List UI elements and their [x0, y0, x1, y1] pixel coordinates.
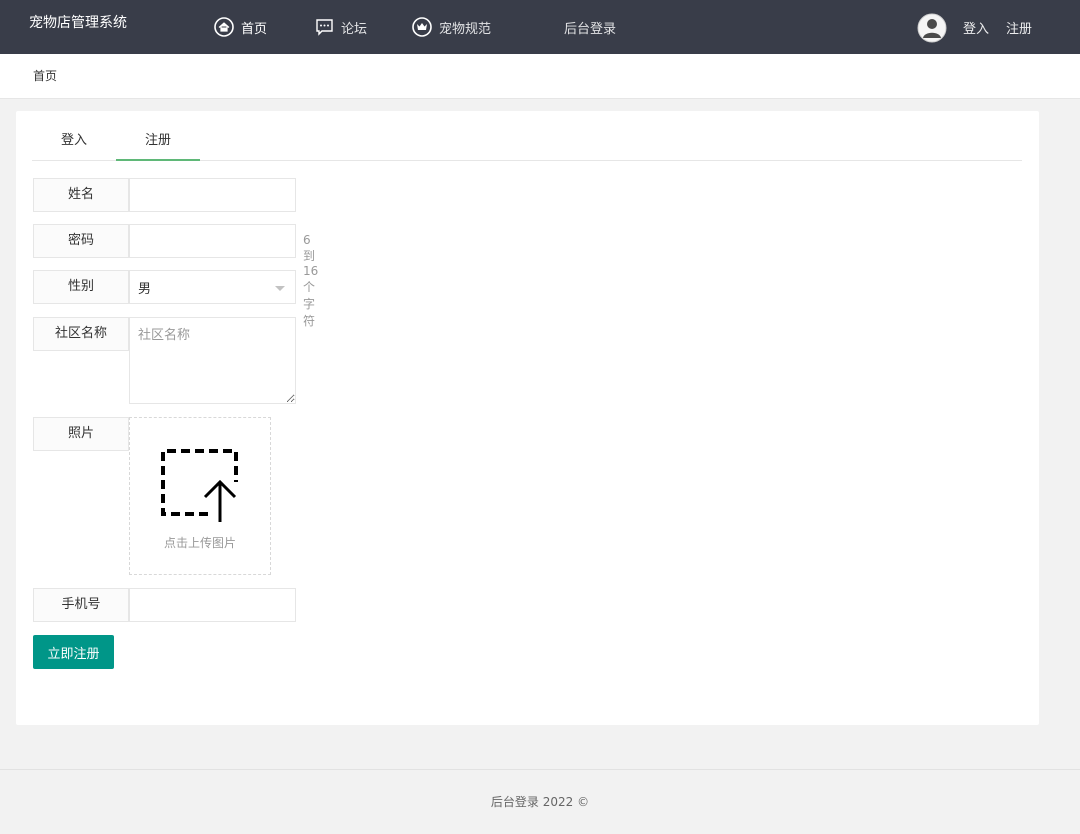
- nav-admin-login-label: 后台登录: [564, 21, 617, 37]
- nav-home[interactable]: 首页: [214, 17, 267, 37]
- footer-text: 后台登录 2022 ©: [490, 795, 590, 809]
- brand-title: 宠物店管理系统: [29, 15, 127, 31]
- gender-select[interactable]: 男: [129, 270, 296, 304]
- user-avatar-icon[interactable]: [917, 13, 947, 43]
- gender-selected-value: 男: [138, 281, 152, 297]
- nav-pet-rules[interactable]: 宠物规范: [412, 17, 491, 37]
- crown-icon: [412, 17, 432, 37]
- chevron-down-icon: [275, 286, 285, 291]
- header-register-link[interactable]: 注册: [1006, 18, 1032, 37]
- breadcrumb: 首页: [0, 54, 1080, 99]
- community-textarea[interactable]: [129, 317, 296, 404]
- nav-home-label: 首页: [241, 21, 268, 37]
- nav-admin-login[interactable]: 后台登录: [564, 17, 616, 37]
- home-icon: [214, 17, 234, 37]
- chat-icon: [315, 18, 334, 36]
- name-label: 姓名: [33, 178, 129, 212]
- upload-hint: 点击上传图片: [163, 536, 236, 550]
- password-input[interactable]: [129, 224, 296, 258]
- community-label: 社区名称: [33, 317, 129, 351]
- password-label: 密码: [33, 224, 129, 258]
- upload-icon: [161, 449, 238, 522]
- nav-pet-rules-label: 宠物规范: [439, 21, 492, 37]
- tab-login[interactable]: 登入: [32, 123, 116, 161]
- gender-label: 性别: [33, 270, 129, 304]
- register-card: 登入 注册 姓名 密码 6到16个字符 性别 男 社区名称 照片 点击上传图片: [16, 111, 1039, 725]
- photo-upload-area[interactable]: 点击上传图片: [129, 417, 271, 575]
- footer: 后台登录 2022 ©: [0, 769, 1080, 834]
- tab-register[interactable]: 注册: [116, 123, 200, 161]
- tab-bar: 登入 注册: [32, 123, 1022, 161]
- phone-input[interactable]: [129, 588, 296, 622]
- phone-label: 手机号: [33, 588, 129, 622]
- name-input[interactable]: [129, 178, 296, 212]
- register-submit-button[interactable]: 立即注册: [33, 635, 114, 669]
- password-hint: 6到16个字符: [303, 233, 319, 328]
- nav-forum[interactable]: 论坛: [315, 17, 367, 37]
- breadcrumb-home[interactable]: 首页: [33, 67, 57, 84]
- photo-label: 照片: [33, 417, 129, 451]
- top-navbar: 宠物店管理系统 首页 论坛 宠物规范 后台登录 登入 注册: [0, 0, 1080, 54]
- header-login-link[interactable]: 登入: [963, 18, 989, 37]
- nav-forum-label: 论坛: [341, 21, 368, 37]
